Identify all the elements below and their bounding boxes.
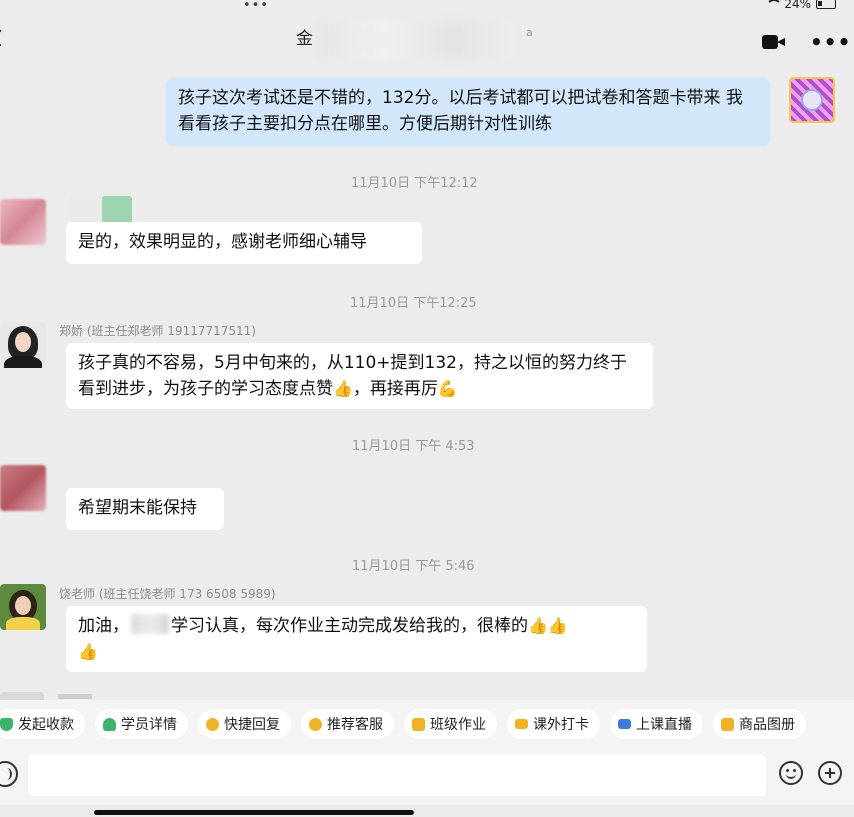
message-input[interactable] [28,754,766,796]
timestamp: 11月10日 下午 4:53 [352,439,475,454]
chip-label: 学员详情 [121,717,177,733]
battery-icon [816,0,836,9]
status-indicators: 24% [765,0,836,11]
card-icon [515,719,528,729]
thumbs-up-icon: 👍 [333,379,353,398]
battery-percent: 24% [784,0,811,11]
message-bubble-incoming[interactable]: 希望期末能保持 [66,488,224,530]
avatar[interactable] [0,199,46,245]
message-text-end: ，再接再厉 [352,379,438,399]
plus-icon[interactable] [818,761,842,785]
chat-bubble-icon [206,717,219,731]
quick-action-product-album[interactable]: 商品图册 [713,709,806,739]
message-text: 是的，效果明显的，感谢老师细心辅导 [78,232,367,252]
wifi-icon [765,0,783,9]
quick-action-toolbar: 发起收款 学员详情 快捷回复 推荐客服 班级作业 课外打卡 上课直播 商品图册 [0,700,854,748]
person-icon [103,717,116,731]
shield-icon [0,717,13,731]
voice-input-icon[interactable] [0,761,18,787]
message-bubble-incoming[interactable]: 孩子真的不容易，5月中旬来的，从110+提到132，持之以恒的努力终于看到进步，… [66,343,653,409]
quick-action-quick-reply[interactable]: 快捷回复 [198,709,291,739]
sender-name: 郑娇 (班主任郑老师 19117717511) [59,324,256,338]
quick-action-class-homework[interactable]: 班级作业 [404,709,497,739]
more-options-icon[interactable]: ••• [810,30,851,54]
live-icon [618,719,631,729]
home-indicator [94,810,414,815]
avatar[interactable] [0,465,46,511]
emoji-icon[interactable] [779,761,803,785]
message-text: 加油， [78,616,129,636]
thumbs-up-icon: 👍 [547,616,568,635]
message-text: 希望期末能保持 [78,498,197,518]
partial-message-row [0,692,100,700]
quick-action-student-details[interactable]: 学员详情 [95,709,188,739]
timestamp: 11月10日 下午 5:46 [352,559,475,574]
quick-action-live-class[interactable]: 上课直播 [610,709,703,739]
chip-label: 发起收款 [18,717,74,733]
chat-header: 金 a ••• [0,14,854,64]
message-bubble-outgoing[interactable]: 孩子这次考试还是不错的，132分。以后考试都可以把试卷和答题卡带来 我看看孩子主… [166,78,770,146]
video-call-icon[interactable] [762,35,786,49]
bag-icon [721,717,734,731]
chip-label: 快捷回复 [224,717,280,733]
flexed-biceps-icon: 💪 [437,379,458,398]
back-icon[interactable] [0,29,9,47]
timestamp: 11月10日 下午12:12 [351,176,478,191]
avatar[interactable] [0,322,46,368]
sender-name: 饶老师 (班主任饶老师 173 6508 5989) [59,587,276,601]
chat-title-suffix: a [526,26,533,39]
name-redaction [131,614,169,634]
chip-label: 商品图册 [739,717,795,733]
timestamp: 11月10日 下午12:25 [350,296,477,311]
message-bubble-incoming[interactable]: 加油， 学习认真，每次作业主动完成发给我的，很棒的👍👍 👍 [66,606,647,672]
message-text: 学习认真，每次作业主动完成发给我的，很棒的 [171,616,528,636]
chat-title: 金 [296,29,313,49]
title-redaction [318,20,518,60]
document-icon [412,717,425,731]
chip-label: 推荐客服 [327,717,383,733]
quick-action-extracurricular-checkin[interactable]: 课外打卡 [507,709,600,739]
thumbs-up-icon: 👍 [78,642,98,661]
message-input-row [0,748,854,805]
chip-label: 课外打卡 [533,717,589,733]
smile-icon [309,717,322,731]
avatar[interactable] [0,584,46,630]
status-bar: ••• 24% [0,0,854,14]
status-dots: ••• [243,0,270,13]
quick-action-recommend-service[interactable]: 推荐客服 [301,709,394,739]
chip-label: 上课直播 [636,717,692,733]
avatar[interactable] [789,77,835,123]
chip-label: 班级作业 [430,717,486,733]
message-bubble-incoming[interactable]: 是的，效果明显的，感谢老师细心辅导 [66,222,422,264]
message-text: 孩子这次考试还是不错的，132分。以后考试都可以把试卷和答题卡带来 我看看孩子主… [178,88,743,134]
quick-action-collect-payment[interactable]: 发起收款 [0,709,85,739]
thumbs-up-icon: 👍 [528,616,548,635]
